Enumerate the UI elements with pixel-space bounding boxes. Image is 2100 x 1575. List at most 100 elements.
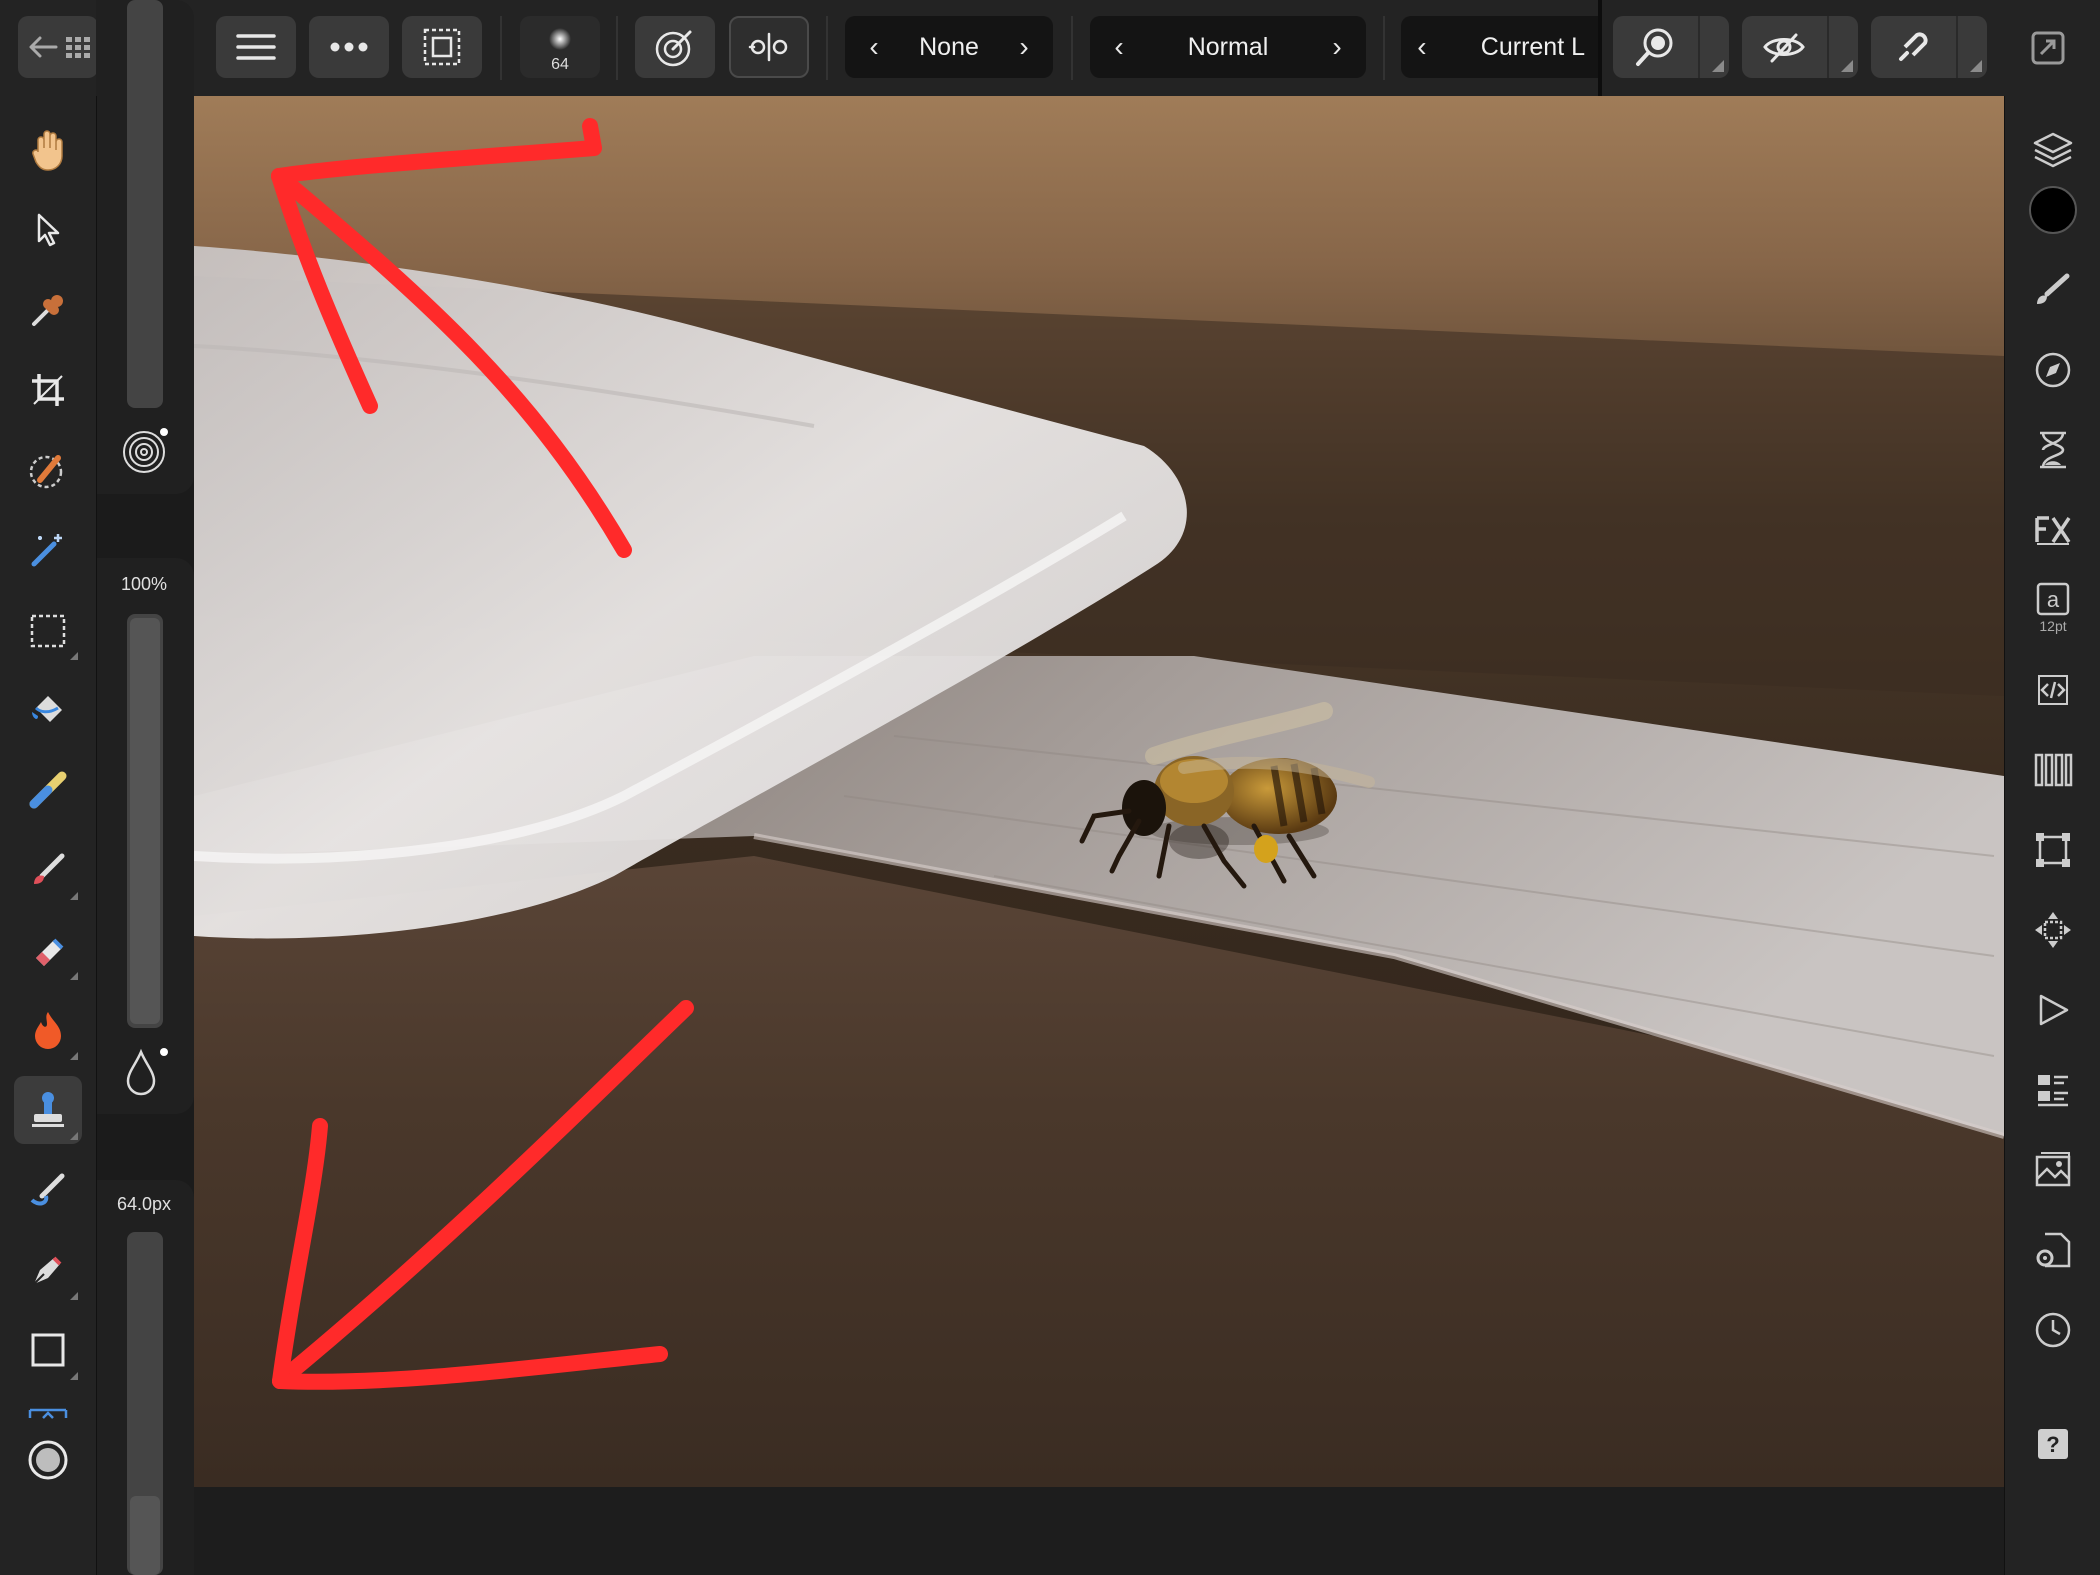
blend-next-button[interactable]: › (1322, 31, 1352, 63)
hourglass-icon (2036, 430, 2070, 470)
adjustments-studio-button[interactable] (2019, 1056, 2087, 1124)
character-studio-button[interactable]: a 12pt (2019, 574, 2087, 642)
target-brush-icon (654, 26, 696, 68)
selection-brush-icon (28, 450, 68, 490)
width-slider[interactable] (127, 1232, 163, 1575)
scroll-handle[interactable] (28, 1408, 68, 1420)
layers-studio-button[interactable] (2019, 116, 2087, 184)
color-picker-tool[interactable] (14, 276, 82, 344)
tools-panel (0, 96, 97, 1575)
hardness-slider[interactable] (127, 0, 163, 408)
snapping-button[interactable] (1871, 16, 1987, 78)
source-next-button[interactable]: › (1009, 31, 1039, 63)
clone-tool[interactable] (14, 1076, 82, 1144)
brush-preset-button[interactable]: 64 (520, 16, 600, 78)
character-size-label: 12pt (2039, 618, 2067, 634)
layer-prev-button[interactable]: ‹ (1415, 31, 1429, 63)
help-button[interactable]: ? (2019, 1410, 2087, 1478)
selection-marquee-icon (422, 27, 462, 67)
selection-brush-tool[interactable] (14, 436, 82, 504)
zoom-assistant-button[interactable] (1613, 16, 1729, 78)
play-icon (2035, 992, 2071, 1028)
move-tool[interactable] (14, 196, 82, 264)
more-options-button[interactable] (309, 16, 389, 78)
history-studio-button[interactable] (2019, 416, 2087, 484)
effects-studio-button[interactable] (2019, 496, 2087, 564)
svg-text:?: ? (2046, 1432, 2059, 1457)
hamburger-icon (236, 32, 276, 62)
mirror-icon (748, 32, 790, 62)
view-mode-button[interactable] (1742, 16, 1858, 78)
menu-button[interactable] (216, 16, 296, 78)
brushes-studio-button[interactable] (2019, 256, 2087, 324)
text-character-icon: a (2036, 582, 2070, 616)
blend-mode-stepper[interactable]: ‹ Normal › (1090, 16, 1366, 78)
view-options-dropdown[interactable] (1826, 16, 1858, 78)
pressure-target-button[interactable] (635, 16, 715, 78)
source-prev-button[interactable]: ‹ (859, 31, 889, 63)
text-styles-studio-button[interactable] (2019, 656, 2087, 724)
stock-studio-button[interactable] (2019, 1136, 2087, 1204)
document-canvas[interactable] (194, 96, 2004, 1487)
navigator-move-studio-button[interactable] (2019, 896, 2087, 964)
rectangle-marquee-icon (28, 610, 68, 650)
macro-studio-button[interactable] (2019, 976, 2087, 1044)
snapping-options-dropdown[interactable] (1955, 16, 1987, 78)
flood-select-tool[interactable] (14, 516, 82, 584)
zoom-options-dropdown[interactable] (1697, 16, 1729, 78)
paint-brush-tool[interactable] (14, 836, 82, 904)
layer-source-value: Current L (1480, 32, 1585, 61)
crop-icon (30, 372, 66, 408)
eye-icon (1762, 31, 1806, 63)
mixer-brush-icon (28, 770, 68, 810)
timelapse-studio-button[interactable] (2019, 1296, 2087, 1364)
swatches-studio-button[interactable] (2019, 736, 2087, 804)
blend-prev-button[interactable]: ‹ (1104, 31, 1134, 63)
symmetry-toggle[interactable] (729, 16, 809, 78)
opacity-drop-icon[interactable] (122, 1046, 168, 1098)
smudge-icon (28, 1170, 68, 1210)
document-settings-button[interactable] (2019, 1216, 2087, 1284)
pen-tool[interactable] (14, 1236, 82, 1304)
flood-fill-tool[interactable] (14, 676, 82, 744)
brush-options-button[interactable] (14, 1426, 82, 1494)
fullscreen-button[interactable] (2030, 30, 2066, 66)
marquee-tool[interactable] (14, 596, 82, 664)
color-studio-button[interactable] (2019, 176, 2087, 244)
bee-photo (194, 96, 2004, 1487)
magnifier-icon (1634, 26, 1676, 68)
source-value: None (919, 32, 979, 61)
adjust-list-icon (2034, 1071, 2072, 1109)
width-label: 64.0px (116, 1194, 172, 1214)
rectangle-shape-icon (30, 1332, 66, 1368)
rectangle-tool[interactable] (14, 1316, 82, 1384)
transform-studio-button[interactable] (2019, 816, 2087, 884)
hardness-icon[interactable] (122, 428, 168, 474)
opacity-label: 100% (120, 574, 168, 594)
svg-text:a: a (2047, 587, 2060, 612)
clone-stamp-icon (28, 1090, 68, 1130)
eraser-icon (28, 930, 68, 970)
selection-button[interactable] (402, 16, 482, 78)
navigator-studio-button[interactable] (2019, 336, 2087, 404)
compass-icon (2034, 351, 2072, 389)
view-tool[interactable] (14, 116, 82, 184)
paint-mixer-tool[interactable] (14, 756, 82, 824)
crop-tool[interactable] (14, 356, 82, 424)
source-stepper[interactable]: ‹ None › (845, 16, 1053, 78)
layer-source-stepper[interactable]: ‹ Current L (1401, 16, 1599, 78)
bottom-margin (96, 1487, 2004, 1575)
opacity-slider[interactable] (127, 614, 163, 1028)
back-to-gallery-button[interactable] (18, 16, 98, 78)
primary-color-swatch (2027, 184, 2079, 236)
burn-brush-tool[interactable] (14, 996, 82, 1064)
grid-icon (66, 35, 90, 59)
magnet-icon (1893, 27, 1933, 67)
brush-studio-icon (2033, 270, 2073, 310)
context-toolbar: 64 ‹ None › ‹ Normal › ‹ Current L (0, 0, 2100, 97)
paint-bucket-icon (28, 690, 68, 730)
erase-brush-tool[interactable] (14, 916, 82, 984)
smudge-brush-tool[interactable] (14, 1156, 82, 1224)
width-slider-fill (130, 1496, 160, 1575)
pen-nib-icon (28, 1250, 68, 1290)
